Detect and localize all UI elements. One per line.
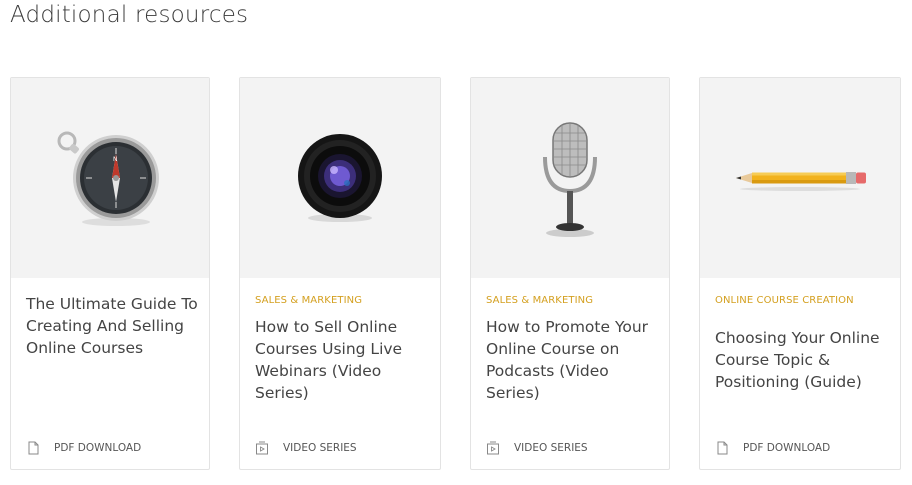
- svg-text:N: N: [113, 156, 118, 163]
- resource-card-course-topic[interactable]: ONLINE COURSE CREATION Choosing Your Onl…: [699, 77, 901, 470]
- document-icon: [715, 441, 729, 455]
- meta-label: VIDEO SERIES: [283, 442, 357, 454]
- section-heading: Additional resources: [10, 2, 249, 28]
- card-category[interactable]: SALES & MARKETING: [255, 295, 362, 306]
- microphone-image: [471, 78, 669, 278]
- video-icon: [255, 441, 269, 455]
- card-title[interactable]: The Ultimate Guide To Creating And Selli…: [26, 293, 199, 359]
- video-icon: [486, 441, 500, 455]
- resource-card-promote-podcasts[interactable]: SALES & MARKETING How to Promote Your On…: [470, 77, 670, 470]
- meta-label: VIDEO SERIES: [514, 442, 588, 454]
- compass-image: N: [11, 78, 209, 278]
- card-meta: PDF DOWNLOAD: [26, 441, 141, 455]
- card-category[interactable]: SALES & MARKETING: [486, 295, 593, 306]
- pencil-image: [700, 78, 900, 278]
- card-title[interactable]: Choosing Your Online Course Topic & Posi…: [715, 327, 890, 393]
- camera-lens-image: [240, 78, 440, 278]
- card-meta: PDF DOWNLOAD: [715, 441, 830, 455]
- meta-label: PDF DOWNLOAD: [54, 442, 142, 454]
- document-icon: [26, 441, 40, 455]
- resource-card-sell-webinars[interactable]: SALES & MARKETING How to Sell Online Cou…: [239, 77, 441, 470]
- card-title[interactable]: How to Promote Your Online Course on Pod…: [486, 316, 659, 404]
- card-meta: VIDEO SERIES: [255, 441, 357, 455]
- meta-label: PDF DOWNLOAD: [743, 442, 831, 454]
- card-category[interactable]: ONLINE COURSE CREATION: [715, 295, 854, 306]
- card-meta: VIDEO SERIES: [486, 441, 588, 455]
- card-title[interactable]: How to Sell Online Courses Using Live We…: [255, 316, 430, 404]
- resource-cards: N The Ultimate Guide To Creating And Sel…: [10, 77, 901, 470]
- resource-card-ultimate-guide[interactable]: N The Ultimate Guide To Creating And Sel…: [10, 77, 210, 470]
